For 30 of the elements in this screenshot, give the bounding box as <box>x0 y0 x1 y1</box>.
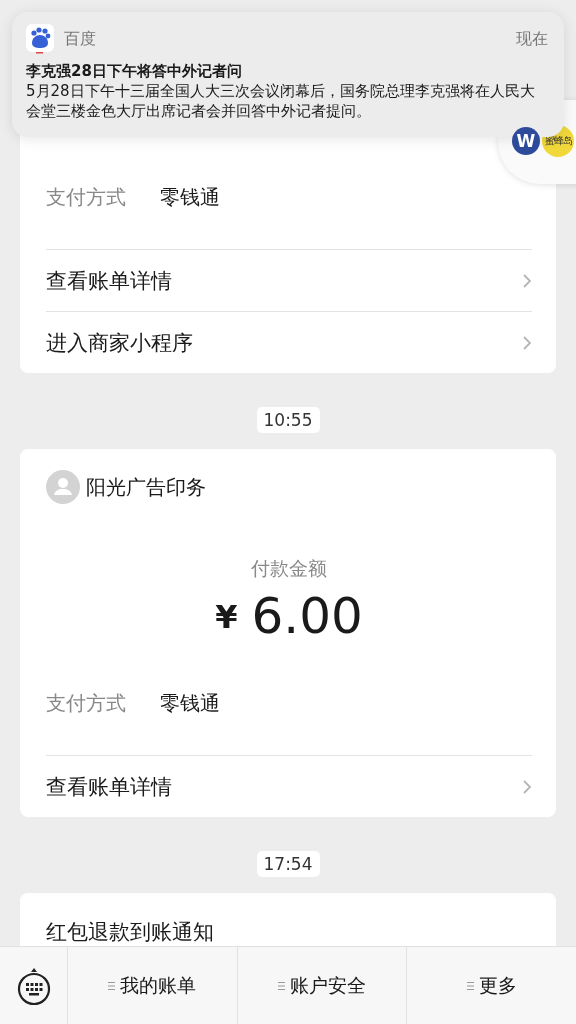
keyboard-icon[interactable] <box>16 966 51 1006</box>
link-row[interactable]: 查看账单详情 <box>46 250 532 312</box>
menu-lines-icon <box>466 981 474 991</box>
app-name: 百度 <box>64 28 96 50</box>
amount-label: 付款金额 <box>250 556 328 581</box>
paw-icon <box>26 24 54 54</box>
field-value: 零钱通 <box>160 689 220 717</box>
notification-time: 现在 <box>516 28 548 50</box>
avatar-icon <box>46 470 80 504</box>
currency-symbol: ¥ <box>215 598 238 636</box>
chevron-icon <box>522 778 532 795</box>
link-row[interactable]: 进入商家小程序 <box>46 312 532 373</box>
chevron-icon <box>522 272 532 289</box>
badge: W <box>512 127 540 155</box>
menu-item[interactable]: 更多 <box>407 947 576 1024</box>
field-label: 支付方式 <box>46 689 127 717</box>
timestamp: 10:55 <box>256 407 320 433</box>
menu-lines-icon <box>108 981 116 991</box>
field-value: 零钱通 <box>160 183 220 211</box>
menu-lines-icon <box>278 981 285 991</box>
merchant-name: 阳光广告印务 <box>86 473 206 501</box>
notification-title: 李克强28日下午将答中外记者问 <box>26 62 243 81</box>
chevron-icon <box>522 334 532 351</box>
link-row[interactable]: 查看账单详情 <box>46 756 532 817</box>
field-label: 支付方式 <box>46 183 127 211</box>
timestamp: 17:54 <box>256 851 320 877</box>
menu-item[interactable]: 我的账单 <box>68 947 238 1024</box>
menu-item[interactable]: 账户安全 <box>237 947 408 1024</box>
notice-title: 红包退款到账通知 <box>46 919 215 946</box>
amount: 6.00 <box>251 586 363 646</box>
